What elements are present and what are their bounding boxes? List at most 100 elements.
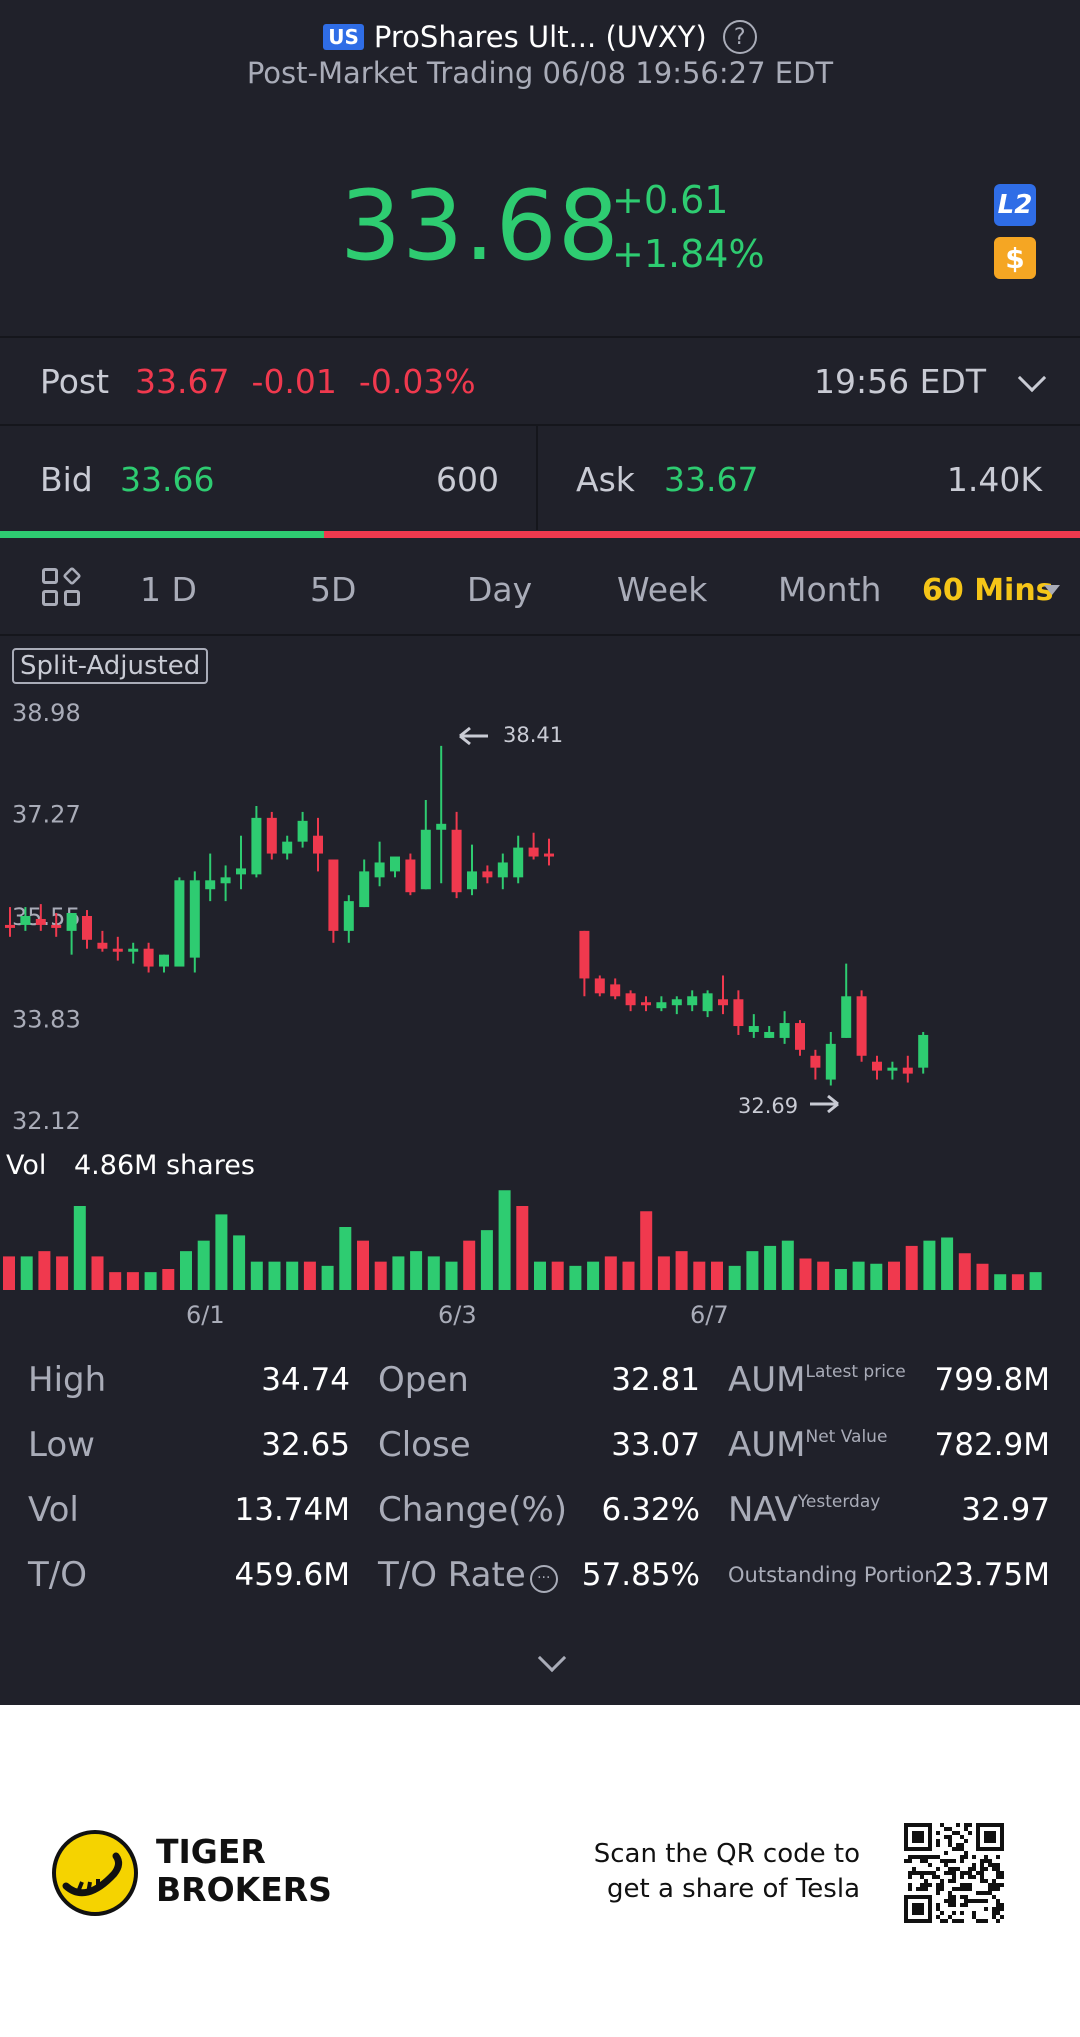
- help-icon[interactable]: ?: [722, 20, 757, 54]
- candle: [5, 924, 15, 928]
- candle: [902, 1067, 913, 1074]
- expand-chevron-icon[interactable]: [537, 1643, 567, 1673]
- tab-month[interactable]: Month: [778, 570, 881, 609]
- candle: [856, 996, 867, 1056]
- x-tick-label: 6/3: [438, 1301, 477, 1329]
- volume-bar: [498, 1190, 511, 1290]
- candle: [405, 859, 416, 893]
- volume-bar: [56, 1256, 69, 1290]
- tab-1d[interactable]: 1 D: [140, 570, 197, 609]
- candle: [20, 916, 31, 925]
- candle: [236, 868, 246, 875]
- volume-bar: [976, 1263, 989, 1290]
- stat-outstanding-label: Outstanding Portion: [728, 1563, 938, 1587]
- volume-bar: [20, 1256, 33, 1290]
- post-market-row[interactable]: Post 33.67 -0.01 -0.03% 19:56 EDT: [0, 338, 1080, 424]
- qr-promo-text: Scan the QR code to get a share of Tesla: [593, 1839, 860, 1904]
- volume-bar: [250, 1261, 263, 1290]
- candle: [544, 853, 554, 857]
- candle: [328, 859, 339, 931]
- candle: [887, 1067, 898, 1071]
- tab-week[interactable]: Week: [617, 570, 707, 609]
- post-change: -0.01: [251, 361, 337, 401]
- max-price-marker: 38.41: [503, 723, 563, 747]
- candle: [748, 1026, 759, 1032]
- app-screen: US ProShares Ult... (UVXY) ? Post-Market…: [0, 0, 1080, 1705]
- split-adjusted-badge[interactable]: Split-Adjusted: [12, 648, 209, 684]
- level2-icon[interactable]: L2: [994, 184, 1036, 226]
- volume-bar: [180, 1251, 192, 1290]
- candle: [764, 1031, 775, 1038]
- bid-price: 33.66: [120, 460, 215, 499]
- volume-bar: [675, 1251, 688, 1290]
- candle: [282, 841, 293, 854]
- volume-bar: [286, 1261, 299, 1290]
- candle: [810, 1055, 821, 1068]
- stat-vol-label: Vol: [28, 1490, 79, 1530]
- volume-bar: [445, 1261, 458, 1290]
- candle: [97, 942, 108, 949]
- stat-low-label: Low: [28, 1425, 95, 1465]
- candle: [174, 880, 185, 967]
- bid-ask-ratio-bar: [0, 531, 1080, 538]
- info-icon[interactable]: ···: [529, 1565, 558, 1593]
- candle: [66, 913, 77, 931]
- volume-bar: [303, 1261, 316, 1290]
- candle: [625, 993, 636, 1006]
- volume-bar: [109, 1272, 122, 1290]
- ask-size: 1.40K: [946, 460, 1042, 499]
- dollar-icon[interactable]: $: [994, 237, 1036, 279]
- arrow-right-icon: [810, 1094, 839, 1114]
- chevron-down-icon[interactable]: [1017, 363, 1047, 393]
- bid-ask-row: Bid 33.66 600 Ask 33.67 1.40K: [0, 426, 1080, 530]
- bid-label: Bid: [40, 460, 93, 499]
- volume-bar: [480, 1230, 493, 1290]
- stat-nav: 32.97: [961, 1492, 1050, 1528]
- stat-change: 6.32%: [601, 1492, 700, 1528]
- stock-title: ProShares Ult... (UVXY): [373, 20, 707, 54]
- tab-day[interactable]: Day: [467, 570, 532, 609]
- x-tick-label: 6/1: [186, 1301, 225, 1329]
- candle: [82, 916, 92, 940]
- volume-bar: [534, 1261, 546, 1290]
- caret-down-icon[interactable]: [1044, 585, 1060, 595]
- volume-bar: [941, 1237, 954, 1290]
- candle: [420, 829, 431, 890]
- volume-value: 4.86M shares: [74, 1150, 255, 1181]
- volume-bar: [728, 1265, 741, 1290]
- stat-to: 459.6M: [234, 1557, 351, 1593]
- volume-bar: [427, 1256, 440, 1290]
- candle: [390, 856, 400, 872]
- candle: [671, 999, 682, 1006]
- volume-chart[interactable]: 6/1 6/3 6/7: [0, 1180, 1080, 1340]
- candle: [266, 817, 277, 854]
- candle: [359, 871, 370, 908]
- y-tick-label: 33.83: [12, 1005, 81, 1033]
- y-tick-label: 38.98: [12, 699, 81, 727]
- stat-high: 34.74: [261, 1362, 350, 1398]
- candle: [795, 1023, 805, 1050]
- candle: [451, 829, 462, 893]
- candle: [528, 847, 539, 857]
- candle: [918, 1034, 929, 1068]
- layout-grid-icon[interactable]: [42, 566, 82, 608]
- post-change-percent: -0.03%: [358, 361, 476, 401]
- stat-aum-latest-label: AUMLatest price: [728, 1360, 906, 1400]
- stat-nav-label: NAVYesterday: [728, 1490, 881, 1530]
- candle: [497, 862, 508, 878]
- ask-label: Ask: [576, 460, 635, 499]
- stat-open: 32.81: [611, 1362, 700, 1398]
- volume-bar: [197, 1240, 210, 1290]
- candlestick-chart[interactable]: 38.9837.2735.5533.8332.12 38.41 32.69: [0, 690, 1080, 1130]
- min-price-marker: 32.69: [738, 1094, 798, 1118]
- stat-aum-latest: 799.8M: [934, 1362, 1051, 1398]
- qr-code[interactable]: [904, 1823, 1004, 1923]
- stat-vol: 13.74M: [234, 1492, 351, 1528]
- volume-bar: [994, 1274, 1007, 1290]
- candle: [313, 835, 323, 854]
- candle: [374, 862, 385, 878]
- tab-60-mins[interactable]: 60 Mins: [922, 573, 1054, 608]
- volume-bar: [321, 1265, 334, 1290]
- tab-5d[interactable]: 5D: [310, 570, 356, 609]
- title-row[interactable]: US ProShares Ult... (UVXY) ?: [0, 14, 1080, 60]
